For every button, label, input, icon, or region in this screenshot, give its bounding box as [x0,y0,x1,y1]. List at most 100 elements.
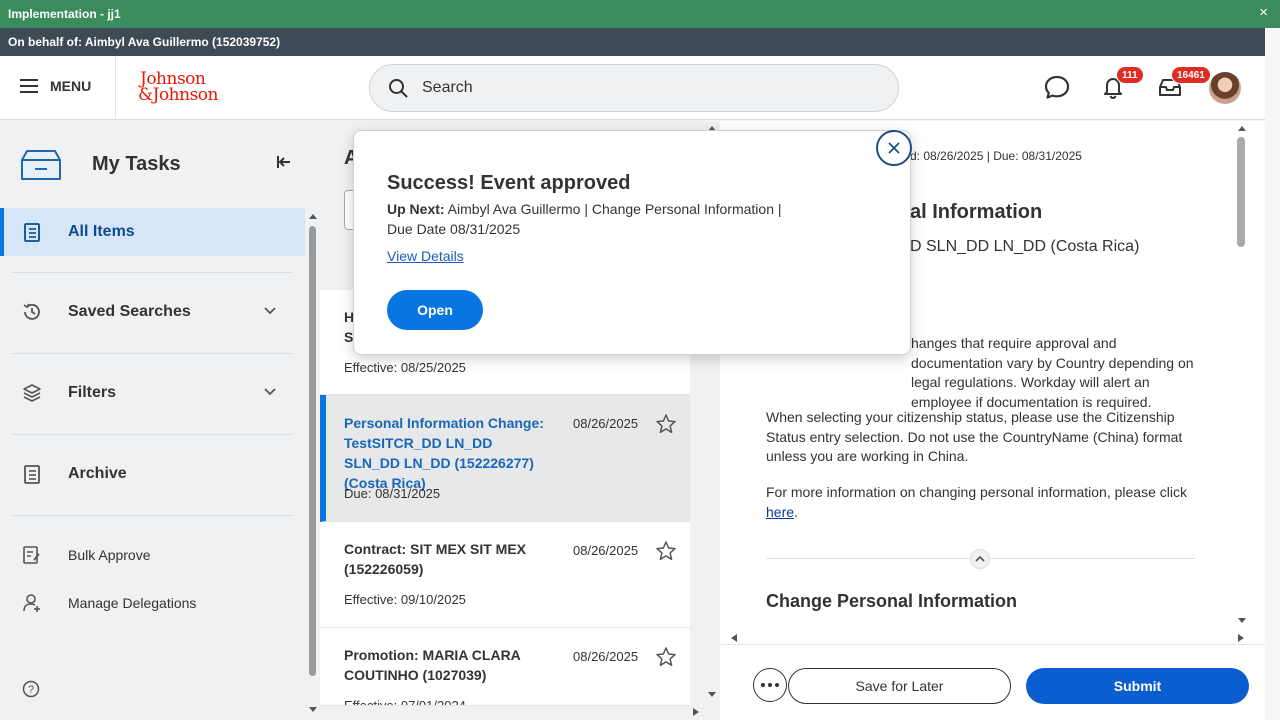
company-logo[interactable]: Johnson &Johnson [138,71,219,105]
task-title: Personal Information Change: TestSITCR_D… [344,415,544,491]
scroll-left-arrow-icon[interactable] [730,633,738,643]
on-behalf-text: On behalf of: Aimbyl Ava Guillermo (1520… [8,35,281,49]
chevron-up-icon [975,555,985,562]
implementation-title: Implementation - jj1 [8,7,121,21]
hamburger-icon [20,79,40,93]
on-behalf-bar: On behalf of: Aimbyl Ava Guillermo (1520… [0,28,1265,56]
page-scrollbar[interactable] [1265,28,1280,720]
open-button[interactable]: Open [387,290,483,330]
view-details-link[interactable]: View Details [387,248,464,264]
task-item-selected[interactable]: Personal Information Change: TestSITCR_D… [320,395,690,522]
sidebar-scrollbar[interactable] [309,226,316,676]
detail-more-info: For more information on changing persona… [766,483,1196,522]
archive-list-icon [24,465,40,484]
scroll-right-arrow-icon[interactable] [1237,633,1245,643]
chevron-down-icon[interactable] [263,306,277,316]
detail-subtitle: D SLN_DD LN_DD (Costa Rica) [910,238,1140,255]
task-effective-date: Effective: 07/01/2024 [344,698,466,706]
popup-up-next: Up Next: Aimbyl Ava Guillermo | Change P… [387,200,807,239]
bulk-approve-icon [23,546,40,564]
task-due-date: Due: 08/31/2025 [344,486,441,501]
logo-line-2: &Johnson [138,85,219,105]
detail-instructions-text: hanges that require approval and documen… [911,335,1194,410]
task-effective-date: Effective: 09/10/2025 [344,592,466,607]
menu-divider [115,56,116,120]
here-link[interactable]: here [766,504,794,520]
scroll-down-arrow-icon[interactable] [707,691,717,699]
inbox-tray-icon [21,150,61,180]
detail-title: al Information [910,201,1043,223]
sidebar-item-saved-searches[interactable]: Saved Searches [0,288,305,336]
detail-more-info-end: . [794,503,798,520]
sidebar: My Tasks All Items Saved Searches Filter… [0,121,306,720]
task-effective-date: Effective: 08/25/2025 [344,360,466,375]
sidebar-item-label: Manage Delegations [68,595,197,611]
scroll-up-arrow-icon[interactable] [1237,124,1247,132]
save-for-later-button[interactable]: Save for Later [788,668,1011,704]
layers-icon [23,384,41,402]
task-item[interactable]: Promotion: MARIA CLARA COUTINHO (1027039… [320,628,690,706]
history-clock-icon [23,303,40,320]
success-popup: Success! Event approved Up Next: Aimbyl … [353,130,911,355]
sidebar-item-all-items[interactable]: All Items [0,208,305,256]
inbox-badge: 16461 [1171,66,1211,84]
task-title: Promotion: MARIA CLARA COUTINHO (1027039… [344,647,521,683]
sidebar-item-bulk-approve[interactable]: Bulk Approve [0,531,305,579]
sidebar-item-label: Filters [68,384,117,401]
add-user-icon [23,594,40,612]
task-item[interactable]: Contract: SIT MEX SIT MEX (152226059) 08… [320,522,690,628]
search-input[interactable] [422,79,842,97]
up-next-label: Up Next: [387,201,445,217]
detail-citizenship-note: When selecting your citizenship status, … [766,409,1183,464]
help-icon[interactable]: ? [22,680,40,698]
close-icon [888,142,900,154]
detail-more-info-text: For more information on changing persona… [766,484,1187,500]
scroll-up-arrow-icon[interactable] [308,212,318,220]
menu-label: MENU [50,78,92,94]
implementation-bar: Implementation - jj1 × [0,0,1280,28]
sidebar-item-filters[interactable]: Filters [0,369,305,417]
sidebar-item-label: Archive [68,465,127,482]
menu-button[interactable]: MENU [20,78,91,94]
global-header: MENU Johnson &Johnson 111 16461 [0,56,1265,120]
collapse-section-button[interactable] [970,549,990,569]
chat-icon[interactable] [1042,72,1072,102]
detail-footer: Save for Later Submit [720,644,1265,720]
up-next-text: Aimbyl Ava Guillermo | Change Personal I… [387,201,782,237]
star-icon[interactable] [655,413,677,435]
scroll-down-arrow-icon[interactable] [1237,617,1247,625]
star-icon[interactable] [655,646,677,668]
popup-title: Success! Event approved [387,172,631,194]
submit-button[interactable]: Submit [1026,668,1249,704]
divider [12,434,293,435]
sidebar-item-label: Bulk Approve [68,547,151,563]
more-actions-button[interactable] [753,668,787,702]
sidebar-item-label: Saved Searches [68,303,191,320]
section-heading: Change Personal Information [766,591,1018,611]
sidebar-item-archive[interactable]: Archive [0,450,305,498]
detail-scrollbar[interactable] [1237,137,1245,247]
task-date: 08/26/2025 [573,543,639,558]
checklist-icon [24,223,40,242]
task-title: Contract: SIT MEX SIT MEX (152226059) [344,541,527,577]
search-bar[interactable] [369,64,899,112]
collapse-sidebar-icon[interactable] [276,155,292,169]
divider [12,272,293,273]
scroll-down-arrow-icon[interactable] [308,706,318,714]
search-icon [389,79,408,98]
close-icon[interactable]: × [1259,5,1268,21]
chevron-down-icon[interactable] [263,387,277,397]
divider [12,515,293,516]
sidebar-item-manage-delegations[interactable]: Manage Delegations [0,579,305,627]
divider [12,353,293,354]
sidebar-title: My Tasks [92,153,181,175]
user-avatar[interactable] [1209,72,1241,104]
task-date: 08/26/2025 [573,416,639,431]
svg-text:?: ? [28,684,34,696]
detail-dates: ted: 08/26/2025 | Due: 08/31/2025 [900,149,1082,163]
scroll-right-arrow-icon[interactable] [692,707,700,717]
close-popup-button[interactable] [876,130,912,166]
star-icon[interactable] [655,540,677,562]
task-date: 08/26/2025 [573,649,639,664]
notifications-badge: 111 [1116,66,1144,84]
